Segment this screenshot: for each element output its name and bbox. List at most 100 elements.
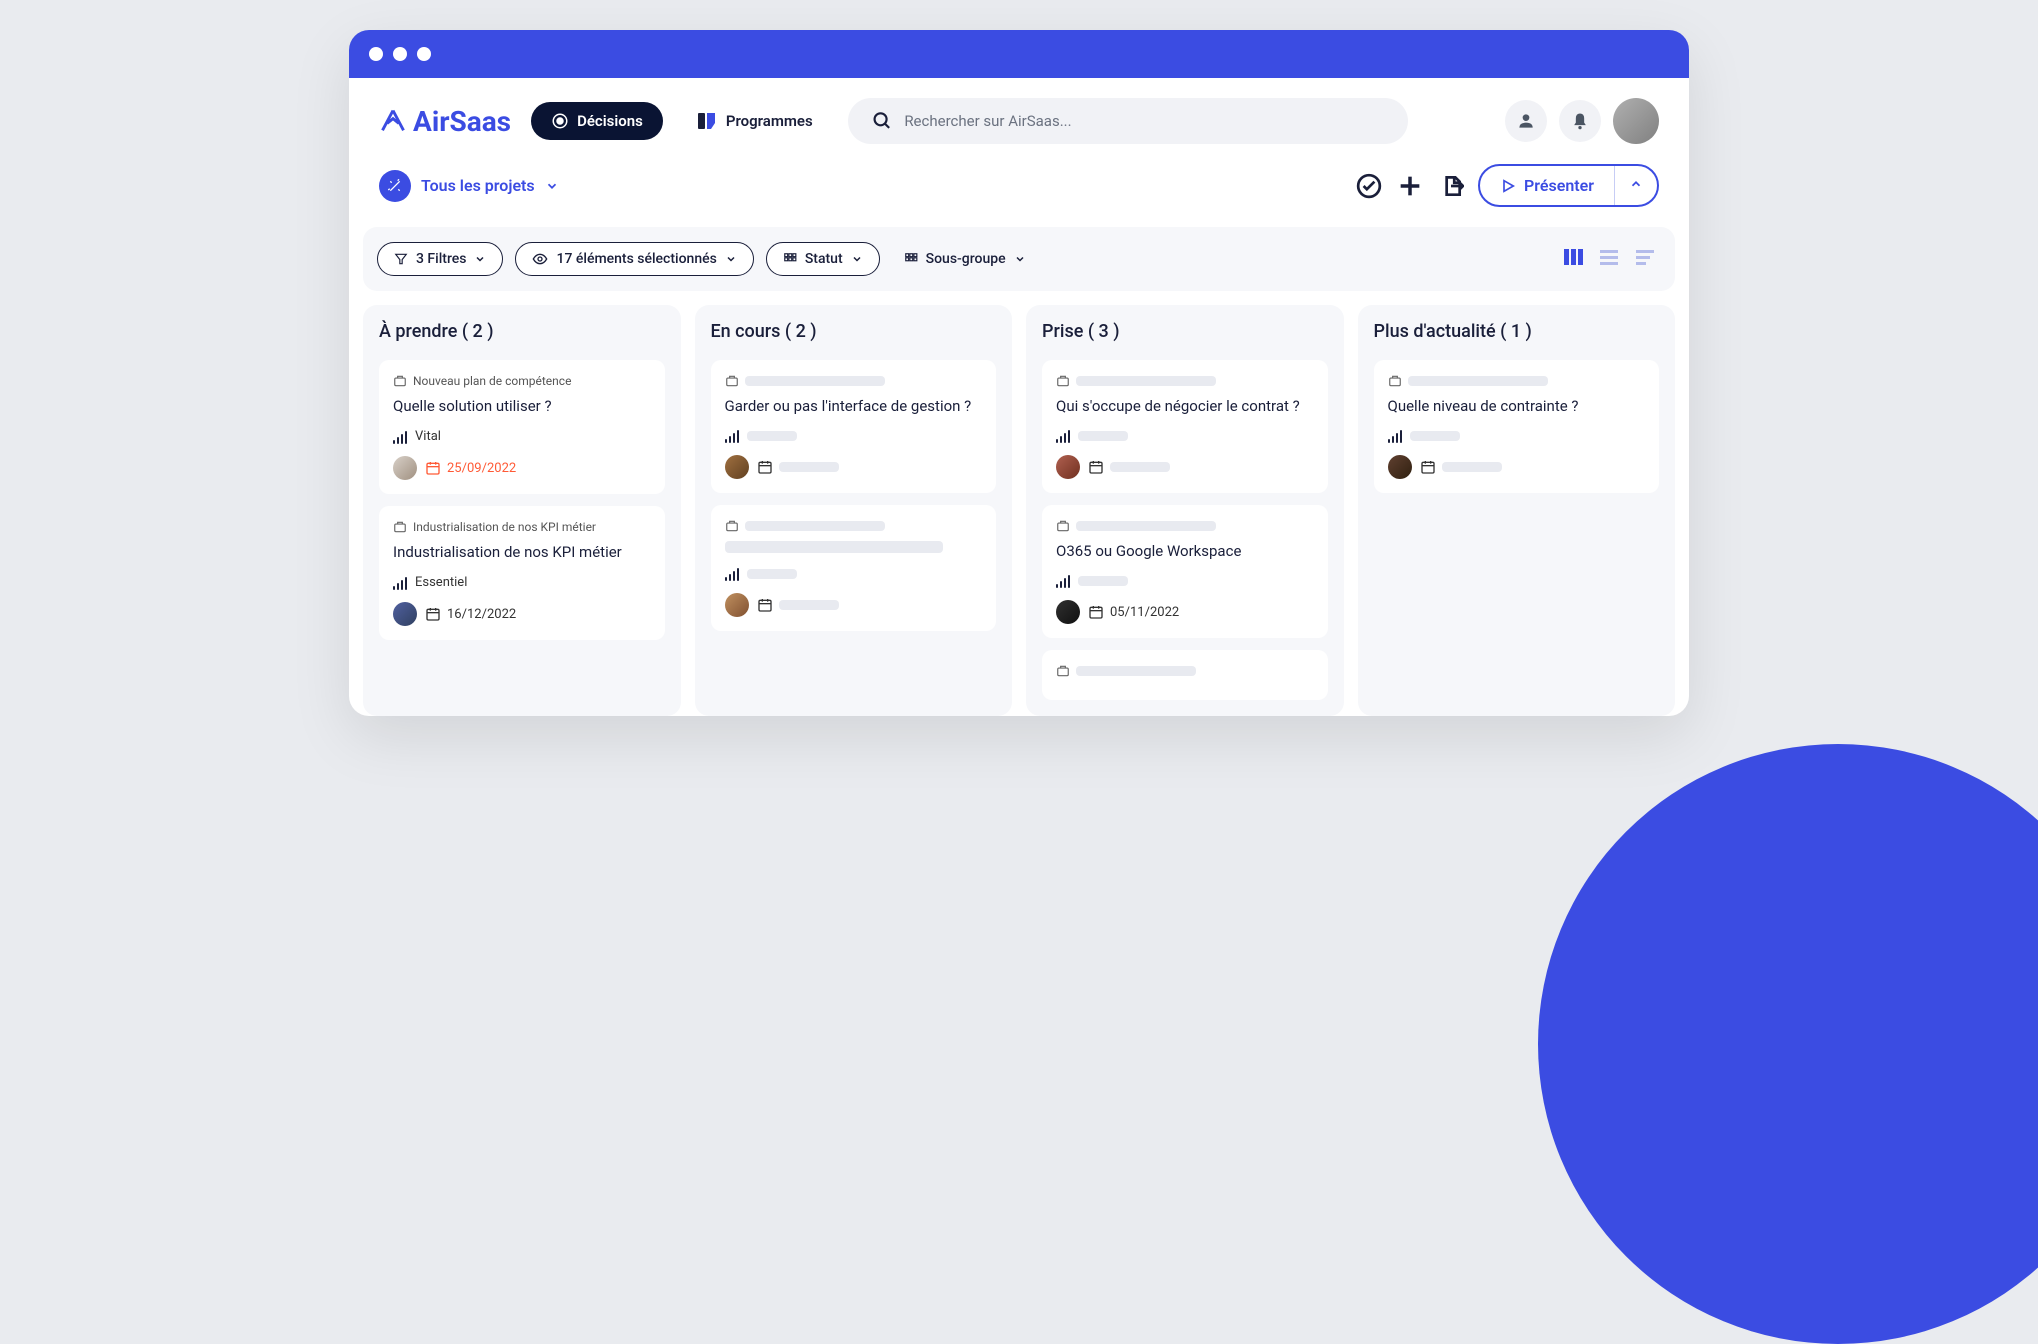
column-title: En cours ( 2 )	[711, 321, 997, 342]
window-dot[interactable]	[369, 47, 383, 61]
calendar-icon	[1088, 459, 1104, 475]
search-input[interactable]	[904, 112, 1383, 130]
magic-icon	[379, 170, 411, 202]
assignee-avatar[interactable]	[1388, 455, 1412, 479]
assignee-avatar[interactable]	[725, 455, 749, 479]
assignee-avatar[interactable]	[1056, 455, 1080, 479]
present-button[interactable]: Présenter	[1478, 164, 1659, 207]
calendar-icon	[1088, 604, 1104, 620]
kanban-card[interactable]: Nouveau plan de compétenceQuelle solutio…	[379, 360, 665, 494]
column-title: À prendre ( 2 )	[379, 321, 665, 342]
card-date-value: 16/12/2022	[447, 607, 516, 622]
export-button[interactable]	[1438, 173, 1464, 199]
assignee-avatar[interactable]	[1056, 600, 1080, 624]
card-priority: Vital	[393, 429, 651, 444]
briefcase-icon	[393, 520, 407, 534]
chevron-down-icon	[474, 253, 486, 265]
kanban-column: Prise ( 3 )Qui s'occupe de négocier le c…	[1026, 305, 1344, 716]
kanban-column: En cours ( 2 ) Garder ou pas l'interface …	[695, 305, 1013, 716]
card-title: Qui s'occupe de négocier le contrat ?	[1056, 396, 1314, 417]
briefcase-icon	[1056, 374, 1070, 388]
kanban-card[interactable]: O365 ou Google Workspace 05/11/2022	[1042, 505, 1328, 638]
list-view-icon	[1597, 245, 1621, 269]
chevron-up-icon	[1629, 177, 1643, 191]
filter-status-chip[interactable]: Statut	[766, 242, 880, 276]
card-priority-label: Vital	[415, 429, 441, 444]
nav-programmes[interactable]: Programmes	[683, 101, 828, 141]
compact-view-icon	[1633, 245, 1657, 269]
assignee-avatar[interactable]	[393, 602, 417, 626]
add-button[interactable]	[1396, 172, 1424, 200]
card-footer: 16/12/2022	[393, 602, 651, 626]
calendar-icon	[425, 606, 441, 622]
filter-subgroup-label: Sous-groupe	[926, 251, 1006, 267]
window-titlebar	[349, 30, 1689, 78]
logo-icon	[379, 107, 407, 135]
card-footer	[1388, 455, 1646, 479]
card-footer	[725, 593, 983, 617]
card-priority: Essentiel	[393, 575, 651, 590]
check-circle-button[interactable]	[1356, 173, 1382, 199]
card-tag	[725, 374, 983, 388]
kanban-card[interactable]: Qui s'occupe de négocier le contrat ?	[1042, 360, 1328, 493]
filter-count-label: 3 Filtres	[416, 251, 466, 267]
present-label: Présenter	[1524, 176, 1594, 195]
header: AirSaas Décisions Programmes	[349, 78, 1689, 164]
assignee-avatar[interactable]	[725, 593, 749, 617]
user-icon	[1516, 111, 1536, 131]
card-priority	[1388, 429, 1646, 443]
card-tag	[725, 519, 983, 533]
window-dot[interactable]	[393, 47, 407, 61]
kanban-card[interactable]: Garder ou pas l'interface de gestion ?	[711, 360, 997, 493]
card-footer	[725, 455, 983, 479]
nav-decisions[interactable]: Décisions	[531, 102, 663, 140]
programmes-icon	[698, 111, 716, 131]
card-date: 16/12/2022	[425, 606, 516, 622]
project-selector[interactable]: Tous les projets	[379, 170, 559, 202]
briefcase-icon	[725, 374, 739, 388]
export-icon	[1438, 173, 1464, 199]
calendar-icon	[425, 460, 441, 476]
user-avatar[interactable]	[1613, 98, 1659, 144]
card-priority	[1056, 574, 1314, 588]
view-toggle-compact[interactable]	[1629, 241, 1661, 277]
nav-programmes-label: Programmes	[726, 112, 813, 130]
search-bar[interactable]	[848, 98, 1408, 144]
card-priority	[725, 429, 983, 443]
card-footer: 05/11/2022	[1056, 600, 1314, 624]
card-title: Industrialisation de nos KPI métier	[393, 542, 651, 563]
nav-decisions-label: Décisions	[577, 112, 643, 130]
column-title: Plus d'actualité ( 1 )	[1374, 321, 1660, 342]
play-icon	[1500, 178, 1516, 194]
briefcase-icon	[1056, 519, 1070, 533]
filter-subgroup[interactable]: Sous-groupe	[892, 243, 1038, 275]
assignee-avatar[interactable]	[393, 456, 417, 480]
window-dot[interactable]	[417, 47, 431, 61]
card-tag-label: Industrialisation de nos KPI métier	[413, 520, 596, 534]
card-date	[757, 459, 839, 475]
kanban-card-partial[interactable]	[1042, 650, 1328, 700]
priority-bars-icon	[725, 567, 739, 581]
chevron-down-icon	[1014, 253, 1026, 265]
card-date: 25/09/2022	[425, 460, 516, 476]
logo[interactable]: AirSaas	[379, 105, 511, 138]
chevron-down-icon	[851, 253, 863, 265]
briefcase-icon	[1056, 664, 1070, 678]
present-dropdown[interactable]	[1614, 166, 1657, 205]
kanban-card[interactable]	[711, 505, 997, 631]
view-toggle-list[interactable]	[1593, 241, 1625, 277]
user-icon-button[interactable]	[1505, 100, 1547, 142]
kanban-card[interactable]: Industrialisation de nos KPI métier Indus…	[379, 506, 665, 640]
filter-selection-chip[interactable]: 17 éléments sélectionnés	[515, 242, 753, 276]
card-title: O365 ou Google Workspace	[1056, 541, 1314, 562]
notifications-button[interactable]	[1559, 100, 1601, 142]
kanban-column: Plus d'actualité ( 1 ) Quelle niveau de c…	[1358, 305, 1676, 716]
view-toggle-board[interactable]	[1557, 241, 1589, 277]
card-title: Quelle niveau de contrainte ?	[1388, 396, 1646, 417]
filter-count-chip[interactable]: 3 Filtres	[377, 242, 503, 276]
kanban-card[interactable]: Quelle niveau de contrainte ?	[1374, 360, 1660, 493]
priority-bars-icon	[1388, 429, 1402, 443]
app-window: AirSaas Décisions Programmes	[349, 30, 1689, 716]
chevron-down-icon	[545, 179, 559, 193]
priority-bars-icon	[393, 430, 407, 444]
